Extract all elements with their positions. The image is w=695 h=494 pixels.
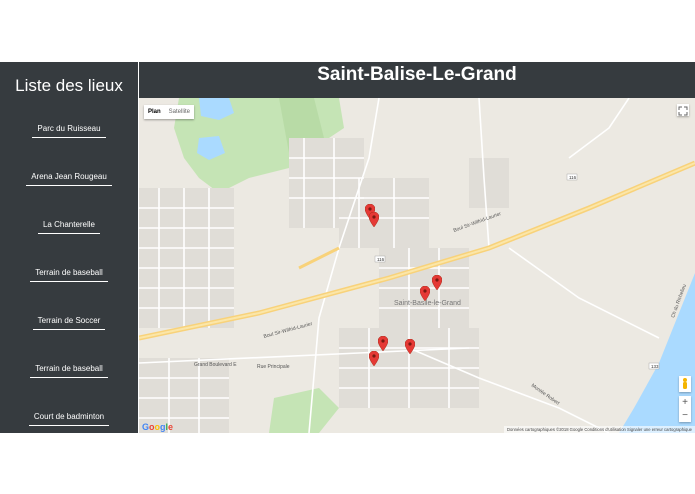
place-item[interactable]: Terrain de Soccer bbox=[0, 310, 138, 330]
residential-area bbox=[139, 188, 234, 328]
map-type-plan[interactable]: Plan bbox=[144, 105, 165, 119]
map-type-control: Plan Satellite bbox=[144, 105, 195, 119]
map-marker-icon[interactable] bbox=[378, 336, 388, 351]
map-type-satellite[interactable]: Satellite bbox=[165, 105, 194, 119]
road-label: Boul Sir-Wilfrid-Laurier bbox=[453, 211, 503, 234]
route-shield: 116 bbox=[377, 257, 385, 262]
residential-area bbox=[339, 178, 429, 248]
sidebar: Liste des lieux Parc du Ruisseau Arena J… bbox=[0, 62, 138, 433]
zoom-control: + − bbox=[679, 396, 691, 422]
zoom-in-button[interactable]: + bbox=[679, 396, 691, 409]
road-label: Rue Principale bbox=[257, 364, 290, 370]
map-marker-icon[interactable] bbox=[369, 351, 379, 366]
place-item[interactable]: Arena Jean Rougeau bbox=[0, 166, 138, 186]
google-logo: Google bbox=[142, 422, 174, 432]
place-label[interactable]: Terrain de baseball bbox=[30, 364, 108, 378]
place-item[interactable]: La Chanterelle bbox=[0, 214, 138, 234]
place-label[interactable]: La Chanterelle bbox=[37, 220, 101, 234]
header: Saint-Balise-Le-Grand bbox=[139, 62, 695, 98]
map-canvas: Boul Sir-Wilfrid-Laurier Boul Sir-Wilfri… bbox=[139, 98, 695, 433]
pegman-icon[interactable] bbox=[679, 376, 691, 392]
place-label[interactable]: Terrain de baseball bbox=[30, 268, 108, 282]
route-shield: 133 bbox=[651, 364, 659, 369]
app: Liste des lieux Parc du Ruisseau Arena J… bbox=[0, 62, 695, 433]
park-area bbox=[269, 388, 339, 433]
place-item[interactable]: Parc du Ruisseau bbox=[0, 118, 138, 138]
place-label[interactable]: Arena Jean Rougeau bbox=[26, 172, 112, 186]
map-attribution[interactable]: Données cartographiques ©2018 Google Con… bbox=[504, 426, 695, 433]
place-label[interactable]: Parc du Ruisseau bbox=[32, 124, 106, 138]
residential-area bbox=[469, 158, 509, 208]
place-item[interactable]: Terrain de baseball bbox=[0, 262, 138, 282]
map[interactable]: Boul Sir-Wilfrid-Laurier Boul Sir-Wilfri… bbox=[139, 98, 695, 433]
map-marker-icon[interactable] bbox=[420, 286, 430, 301]
road-label: Boul Sir-Wilfrid-Laurier bbox=[263, 321, 313, 340]
place-label[interactable]: Court de badminton bbox=[28, 412, 110, 426]
map-marker-icon[interactable] bbox=[369, 212, 379, 227]
page-title: Saint-Balise-Le-Grand bbox=[317, 64, 517, 85]
zoom-out-button[interactable]: − bbox=[679, 409, 691, 422]
place-label[interactable]: Terrain de Soccer bbox=[32, 316, 106, 330]
place-item[interactable]: Court de badminton bbox=[0, 406, 138, 426]
fullscreen-icon[interactable] bbox=[677, 104, 689, 116]
sidebar-title: Liste des lieux bbox=[15, 76, 123, 95]
town-label: Saint-Basile-le-Grand bbox=[394, 300, 461, 307]
map-marker-icon[interactable] bbox=[405, 339, 415, 354]
place-item[interactable]: Terrain de baseball bbox=[0, 358, 138, 378]
route-shield: 116 bbox=[569, 175, 577, 180]
map-marker-icon[interactable] bbox=[432, 275, 442, 290]
road-label: Grand Boulevard E bbox=[194, 362, 237, 368]
